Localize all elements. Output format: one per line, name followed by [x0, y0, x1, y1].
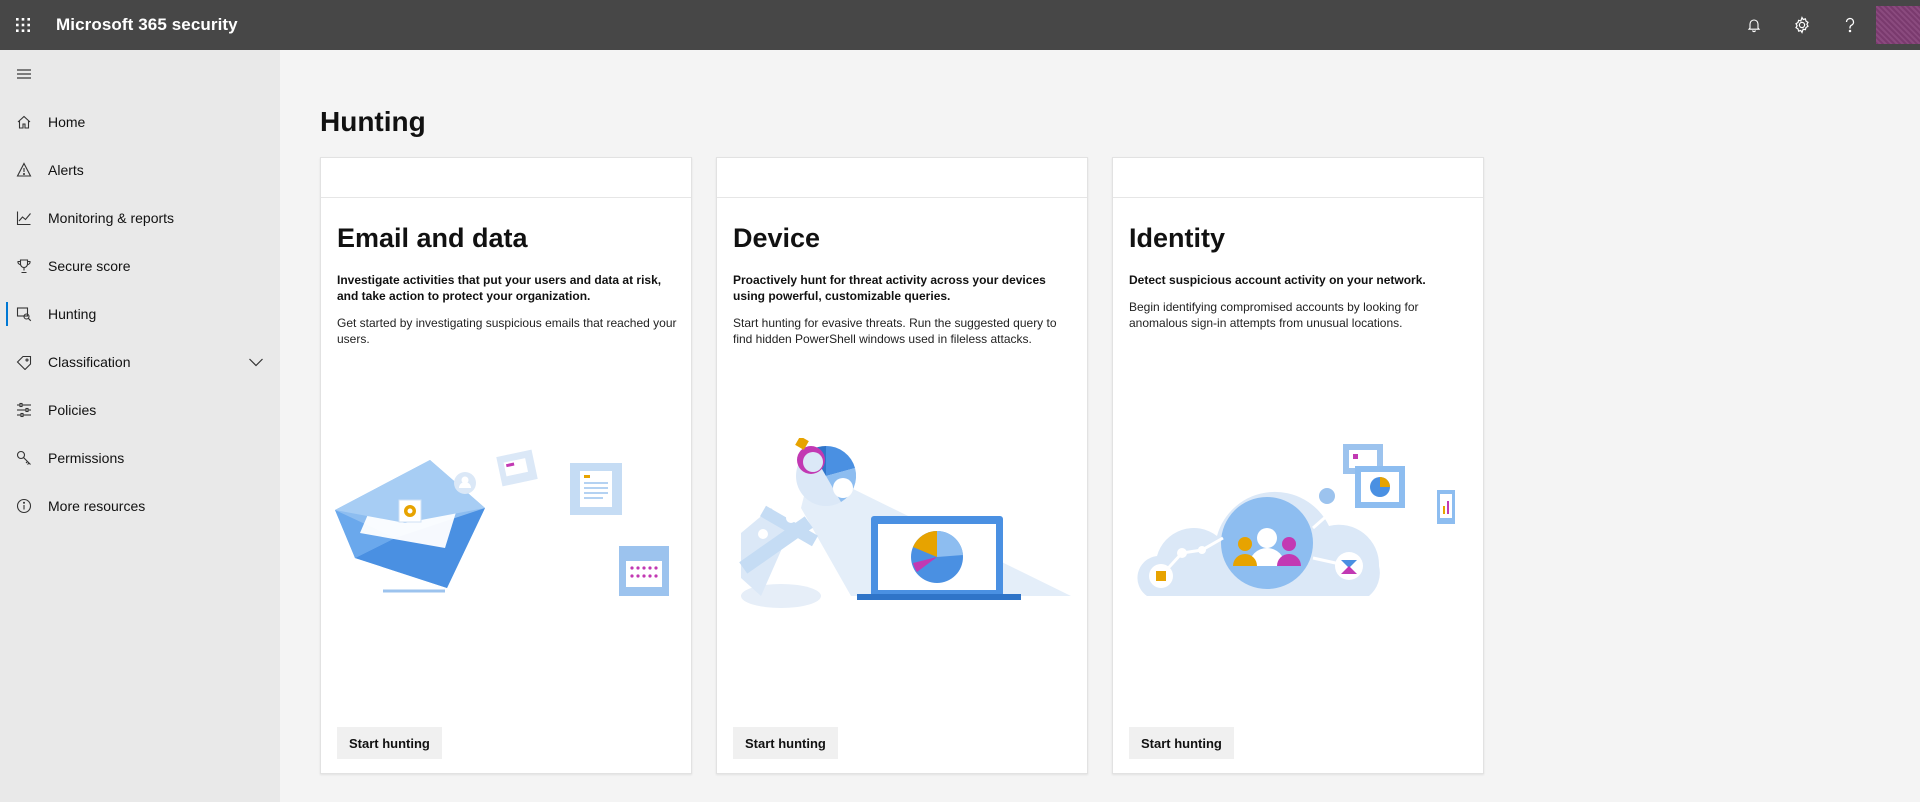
gear-icon[interactable]: [1778, 0, 1826, 50]
start-hunting-button[interactable]: Start hunting: [733, 727, 838, 759]
start-hunting-button[interactable]: Start hunting: [1129, 727, 1234, 759]
sidebar-item-label: Secure score: [48, 258, 131, 274]
sidebar-item-label: Permissions: [48, 450, 125, 466]
card-device: Device Proactively hunt for threat activ…: [716, 157, 1088, 774]
sidebar-item-classification[interactable]: Classification: [0, 338, 280, 386]
sidebar-item-policies[interactable]: Policies: [0, 386, 280, 434]
avatar[interactable]: [1876, 6, 1920, 44]
sidebar-item-label: Policies: [48, 402, 97, 418]
home-icon: [16, 114, 32, 130]
device-spotlight-illustration: [739, 438, 1071, 608]
top-bar: Microsoft 365 security: [0, 0, 1920, 50]
card-title: Identity: [1129, 223, 1226, 253]
info-icon: [16, 498, 32, 514]
app-title[interactable]: Microsoft 365 security: [56, 15, 238, 35]
bell-icon[interactable]: [1730, 0, 1778, 50]
sidebar-item-home[interactable]: Home: [0, 98, 280, 146]
email-envelope-illustration: [335, 449, 669, 596]
card-header-strip: [717, 158, 1087, 198]
card-title: Device: [733, 223, 821, 253]
key-icon: [16, 450, 32, 466]
trophy-icon: [16, 258, 32, 274]
card-body: Begin identifying compromised accounts b…: [1129, 300, 1419, 330]
tag-icon: [16, 354, 32, 370]
sidebar-item-label: More resources: [48, 498, 146, 514]
card-body: Start hunting for evasive threats. Run t…: [733, 316, 1057, 346]
start-hunting-button[interactable]: Start hunting: [337, 727, 442, 759]
card-lead: Proactively hunt for threat activity acr…: [733, 273, 1046, 303]
sidebar-item-label: Monitoring & reports: [48, 210, 175, 226]
card-header-strip: [1113, 158, 1483, 198]
chevron-down-icon[interactable]: [248, 354, 264, 375]
page-title: Hunting: [320, 106, 426, 137]
card-body: Get started by investigating suspicious …: [337, 316, 677, 346]
sidebar-item-hunting[interactable]: Hunting: [0, 290, 280, 338]
sidebar-item-more-resources[interactable]: More resources: [0, 482, 280, 530]
card-lead: Investigate activities that put your use…: [337, 273, 662, 303]
alert-icon: [16, 162, 32, 178]
chart-icon: [16, 210, 32, 226]
sidebar-item-permissions[interactable]: Permissions: [0, 434, 280, 482]
sidebar-item-monitoring-reports[interactable]: Monitoring & reports: [0, 194, 280, 242]
sliders-icon: [16, 402, 32, 418]
sidebar-item-label: Home: [48, 114, 86, 130]
card-header-strip: [321, 158, 691, 198]
help-icon[interactable]: [1826, 0, 1874, 50]
card-identity: Identity Detect suspicious account activ…: [1112, 157, 1484, 774]
hunting-icon: [16, 306, 32, 322]
identity-cloud-illustration: [1137, 444, 1455, 596]
sidebar-item-label: Alerts: [48, 162, 84, 178]
waffle-icon[interactable]: [0, 0, 46, 50]
card-title: Email and data: [337, 223, 528, 253]
sidebar-item-secure-score[interactable]: Secure score: [0, 242, 280, 290]
hamburger-menu-icon[interactable]: [0, 50, 280, 98]
sidebar-item-label: Hunting: [48, 306, 97, 322]
sidebar-item-alerts[interactable]: Alerts: [0, 146, 280, 194]
sidebar: Home Alerts Monitoring & reports Secure …: [0, 50, 280, 802]
card-lead: Detect suspicious account activity on yo…: [1129, 273, 1426, 287]
sidebar-item-label: Classification: [48, 354, 131, 370]
main-content: Hunting Email and data Investigate activ…: [280, 50, 1920, 802]
card-email-and-data: Email and data Investigate activities th…: [320, 157, 692, 774]
